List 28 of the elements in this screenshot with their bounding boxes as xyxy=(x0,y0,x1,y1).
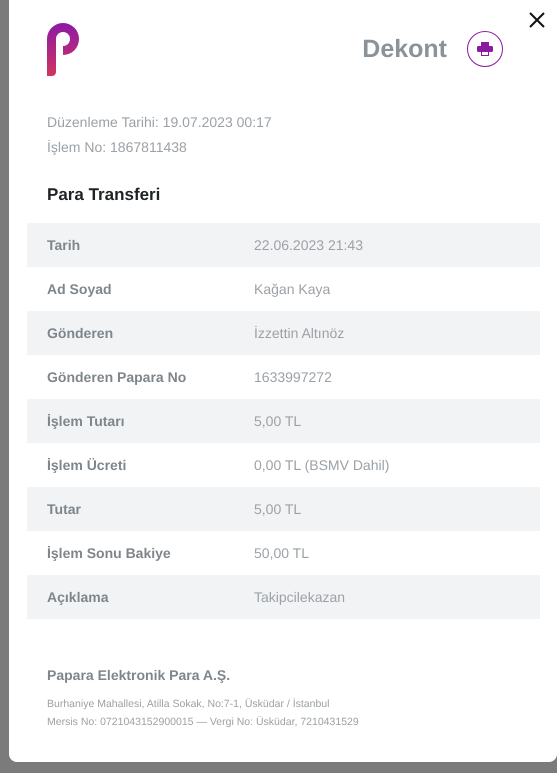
row-label: Ad Soyad xyxy=(47,281,113,297)
row-label: İşlem Sonu Bakiye xyxy=(47,545,172,561)
row-label: Gönderen Papara No xyxy=(47,369,188,385)
row-value: 5,00 TL xyxy=(254,501,302,517)
row-label: Açıklama xyxy=(47,589,110,605)
receipt-title: Dekont xyxy=(362,34,447,64)
company-name: Papara Elektronik Para A.Ş. xyxy=(47,667,232,683)
section-title: Para Transferi xyxy=(46,184,162,205)
company-address: Mersis No: 0721043152900015 — Vergi No: Üsküdar, 7210431529 xyxy=(47,715,360,730)
row-label: İşlem Ücreti xyxy=(47,457,128,473)
close-icon xyxy=(529,12,545,28)
row-value: 5,00 TL xyxy=(254,413,302,429)
company-address: Burhaniye Mahallesi, Atilla Sokak, No:7-1, Üsküdar / İstanbul xyxy=(47,696,330,712)
printer-icon xyxy=(477,42,493,56)
row-value: 1633997272 xyxy=(254,369,333,385)
row-label: Gönderen xyxy=(47,325,114,341)
row-value: İzzettin Altınöz xyxy=(254,325,346,341)
row-value: 50,00 TL xyxy=(254,545,310,561)
row-value: 0,00 TL (BSMV Dahil) xyxy=(254,457,390,473)
print-button[interactable] xyxy=(467,31,503,67)
row-value: Kağan Kaya xyxy=(254,281,332,297)
row-value: Takipcilekazan xyxy=(254,589,346,605)
row-label: İşlem Tutarı xyxy=(47,413,126,429)
meta-text: İşlem No: 1867811438 xyxy=(47,139,188,155)
row-label: Tarih xyxy=(47,237,82,253)
row-value: 22.06.2023 21:43 xyxy=(254,237,364,253)
meta-text: Düzenleme Tarihi: 19.07.2023 00:17 xyxy=(47,114,273,130)
row-label: Tutar xyxy=(47,501,82,517)
